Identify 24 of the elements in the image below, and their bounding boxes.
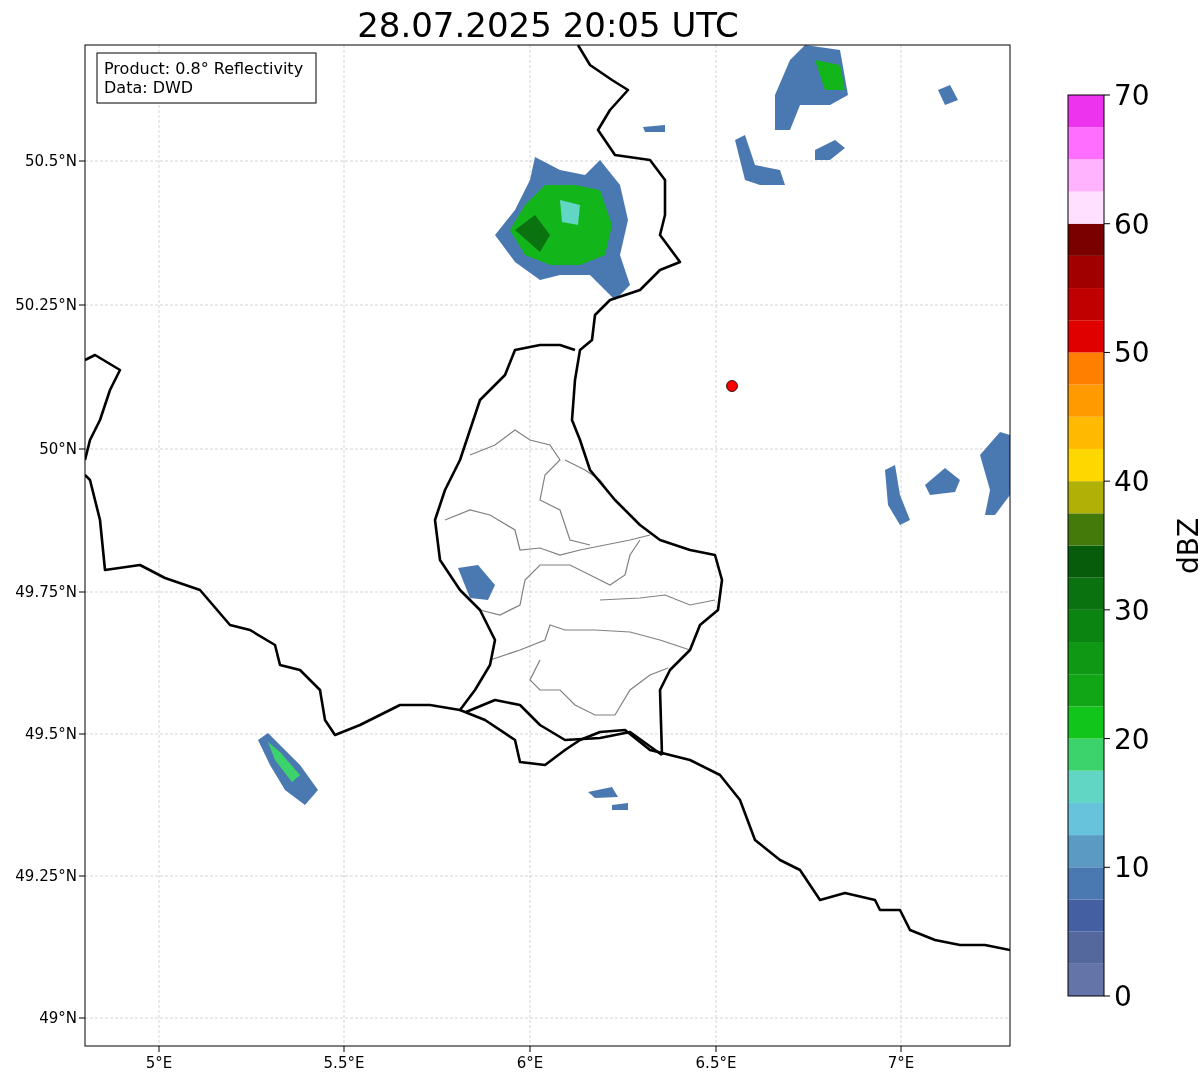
colorbar-label: dBZ xyxy=(1172,517,1202,575)
axis-label: 50°N xyxy=(39,440,77,458)
colorbar-tick-label: 0 xyxy=(1114,980,1132,1013)
axis-label: 49°N xyxy=(39,1009,77,1027)
axis-label: 49.75°N xyxy=(15,583,77,601)
colorbar-tick-label: 10 xyxy=(1114,851,1150,885)
axis-label: 50.25°N xyxy=(15,296,77,314)
axis-label: 50.5°N xyxy=(24,152,77,170)
axis-label: 49.5°N xyxy=(24,725,77,743)
axis-label: 6°E xyxy=(516,1054,544,1072)
axis-label: 7°E xyxy=(887,1054,915,1072)
chart-title: 28.07.2025 20:05 UTC xyxy=(357,5,739,45)
axis-label: 49.25°N xyxy=(15,867,77,885)
colorbar-tick-label: 30 xyxy=(1114,593,1150,627)
axis-label: 5°E xyxy=(145,1054,173,1072)
legend-text: Product: 0.8° Reflectivity xyxy=(104,59,304,78)
colorbar-tick-label: 20 xyxy=(1114,722,1150,756)
legend-text: Data: DWD xyxy=(104,78,194,97)
colorbar-tick-label: 40 xyxy=(1114,465,1150,499)
colorbar-tick-label: 70 xyxy=(1114,79,1150,112)
axis-label: 5.5°E xyxy=(323,1054,365,1072)
axis-label: 6.5°E xyxy=(695,1054,737,1072)
colorbar-tick-label: 60 xyxy=(1114,207,1150,241)
colorbar-tick-label: 50 xyxy=(1114,336,1150,370)
